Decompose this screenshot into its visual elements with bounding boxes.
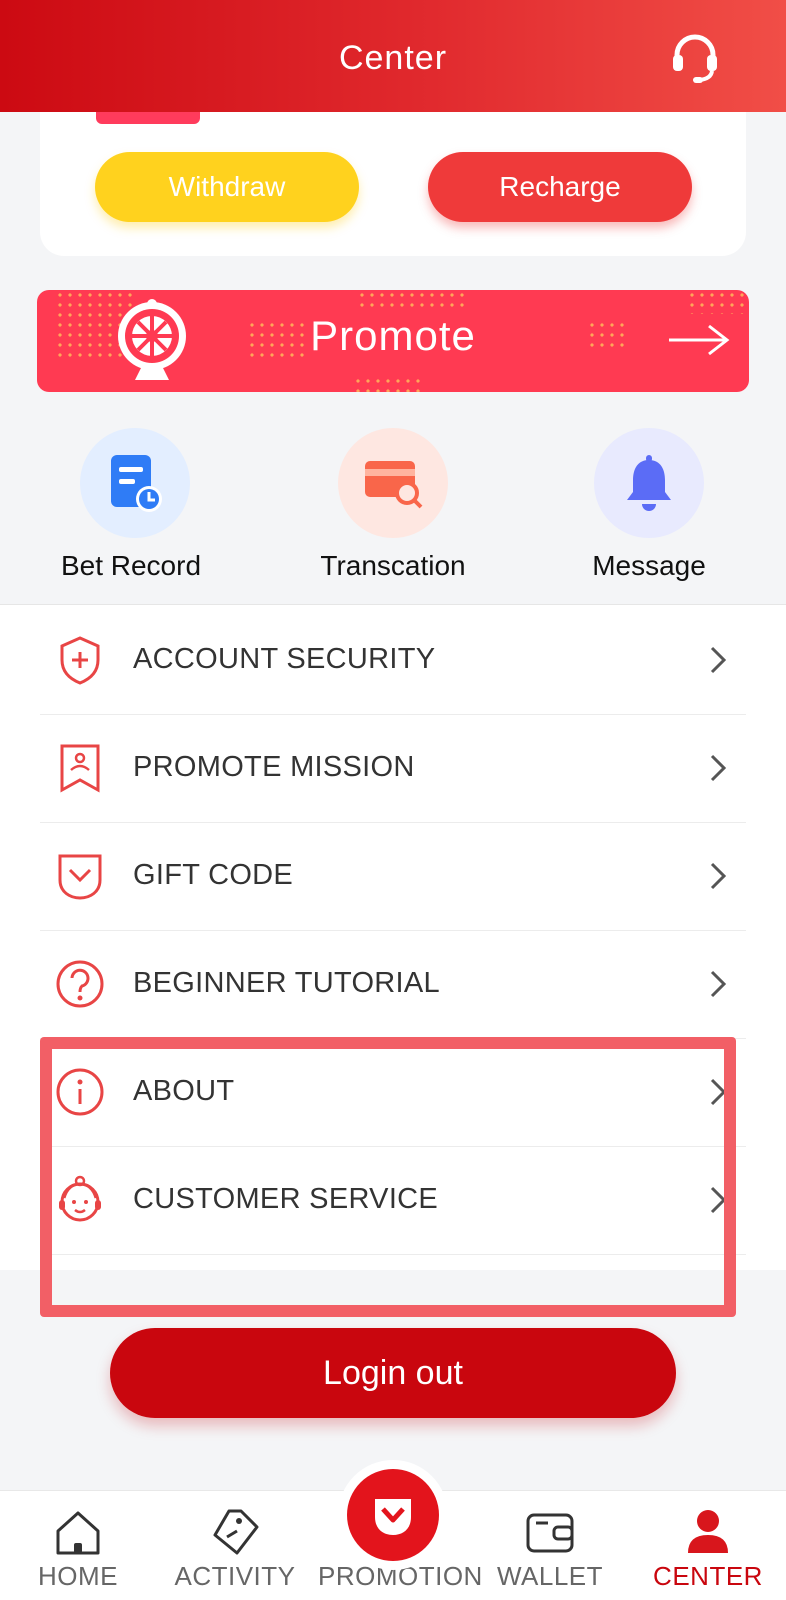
gift-code-icon xyxy=(58,854,102,900)
home-icon xyxy=(56,1511,100,1555)
logout-button[interactable]: Login out xyxy=(110,1328,676,1418)
chevron-right-icon xyxy=(710,1186,727,1213)
menu-item-gift-code[interactable]: GIFT CODE xyxy=(40,821,746,931)
mission-badge-icon xyxy=(60,744,100,793)
menu-item-account-security[interactable]: ACCOUNT SECURITY xyxy=(40,605,746,715)
quick-action-label: Bet Record xyxy=(60,550,202,581)
nav-label: WALLET xyxy=(496,1561,604,1591)
withdraw-button[interactable]: Withdraw xyxy=(95,152,359,222)
card-tab-indicator xyxy=(96,112,200,124)
menu-item-label: ABOUT xyxy=(133,1075,235,1107)
menu-item-label: BEGINNER TUTORIAL xyxy=(133,967,440,999)
menu-item-label: GIFT CODE xyxy=(133,859,294,891)
menu-item-customer-service[interactable]: CUSTOMER SERVICE xyxy=(40,1145,746,1255)
menu-item-label: CUSTOMER SERVICE xyxy=(133,1183,439,1215)
nav-label: ACTIVITY xyxy=(174,1561,296,1591)
page-title: Center xyxy=(338,38,448,77)
info-circle-icon xyxy=(56,1068,104,1115)
menu-item-label: ACCOUNT SECURITY xyxy=(133,643,436,675)
promote-banner[interactable]: Promote xyxy=(37,290,749,392)
nav-wallet[interactable]: WALLET xyxy=(475,1491,625,1600)
app-header: Center xyxy=(0,0,786,112)
nav-activity[interactable]: ACTIVITY xyxy=(160,1491,310,1600)
nav-label: HOME xyxy=(38,1561,118,1591)
decor-dots xyxy=(687,290,747,314)
recharge-button[interactable]: Recharge xyxy=(428,152,692,222)
tag-icon xyxy=(213,1509,259,1555)
nav-label: CENTER xyxy=(653,1561,763,1591)
menu-item-promote-mission[interactable]: PROMOTE MISSION xyxy=(40,713,746,823)
bell-icon[interactable] xyxy=(594,428,704,538)
promotion-icon[interactable] xyxy=(338,1460,448,1570)
nav-center[interactable]: CENTER xyxy=(633,1491,783,1600)
decor-dots xyxy=(357,290,467,310)
wallet-icon xyxy=(526,1513,574,1553)
decor-dots xyxy=(353,376,423,392)
menu-item-label: PROMOTE MISSION xyxy=(133,751,415,783)
headset-icon[interactable] xyxy=(666,28,724,86)
promote-label: Promote xyxy=(310,312,476,359)
wallet-card: Withdraw Recharge xyxy=(40,112,746,256)
chevron-right-icon xyxy=(710,970,727,997)
transaction-card-icon[interactable] xyxy=(338,428,448,538)
quick-action-label: Transcation xyxy=(320,550,466,581)
quick-action-label: Message xyxy=(592,550,706,581)
menu-item-about[interactable]: ABOUT xyxy=(40,1037,746,1147)
settings-menu: ACCOUNT SECURITY PROMOTE MISSION GIFT CO… xyxy=(0,604,786,1270)
bet-record-icon[interactable] xyxy=(80,428,190,538)
menu-item-beginner-tutorial[interactable]: BEGINNER TUTORIAL xyxy=(40,929,746,1039)
chevron-right-icon xyxy=(710,646,727,673)
customer-service-icon xyxy=(59,1175,101,1221)
user-icon xyxy=(688,1510,728,1553)
chevron-right-icon xyxy=(710,862,727,889)
chevron-right-icon xyxy=(710,754,727,781)
chevron-right-icon xyxy=(710,1078,727,1105)
shield-plus-icon xyxy=(60,635,100,685)
question-circle-icon xyxy=(56,960,104,1007)
nav-home[interactable]: HOME xyxy=(3,1491,153,1600)
arrow-right-icon xyxy=(667,320,731,360)
